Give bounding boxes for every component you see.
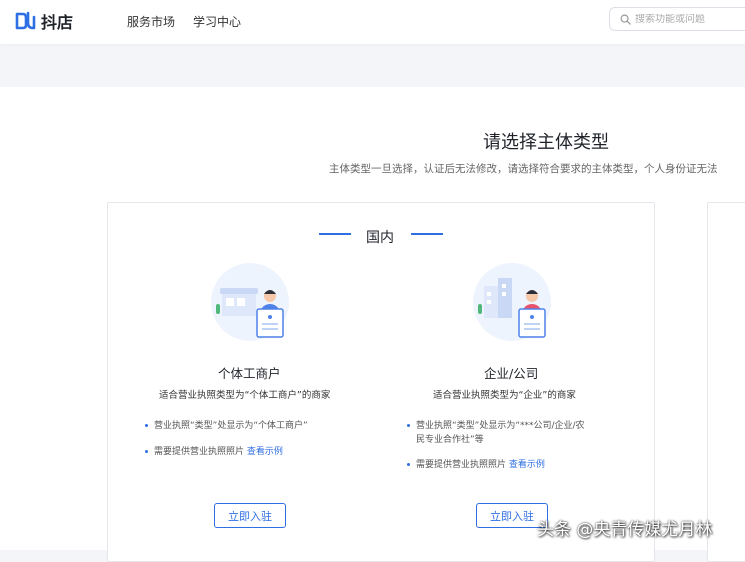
bullet-text: 营业执照“类型”处显示为“个体工商户” — [154, 421, 308, 431]
search-box[interactable] — [609, 7, 745, 31]
logo-text: 抖店 — [41, 13, 74, 32]
bullet-text: 需要提供营业执照照片 — [416, 460, 509, 470]
bullet-dot-icon — [407, 424, 410, 427]
bullet-item: 需要提供营业执照照片 查看示例 — [145, 445, 283, 459]
nav-learning-center[interactable]: 学习中心 — [193, 13, 241, 30]
type-title-individual: 个体工商户 — [218, 366, 281, 381]
bullet-text: 营业执照“类型”处显示为“***公司/企业/农 — [416, 421, 585, 431]
search-icon — [620, 14, 631, 25]
watermark: 头条 @央青传媒尤月林 — [537, 520, 713, 540]
view-example-link[interactable]: 查看示例 — [247, 447, 283, 457]
company-illustration-icon — [473, 263, 551, 341]
nav-service-market[interactable]: 服务市场 — [127, 13, 175, 30]
bullet-dot-icon — [407, 463, 410, 466]
bullet-text: 民专业合作社”等 — [416, 435, 484, 445]
page-subtitle: 主体类型一旦选择，认证后无法修改，请选择符合要求的主体类型，个人身份证无法 — [329, 163, 718, 175]
search-input[interactable] — [635, 13, 745, 25]
type-title-company: 企业/公司 — [484, 366, 539, 381]
section-divider-left — [319, 233, 351, 235]
type-desc-individual: 适合营业执照类型为“个体工商户”的商家 — [159, 390, 331, 401]
bullet-dot-icon — [145, 424, 148, 427]
bullet-text: 需要提供营业执照照片 — [154, 447, 247, 457]
domestic-card — [107, 202, 655, 562]
section-divider-right — [411, 233, 443, 235]
top-header: 抖店 服务市场 学习中心 — [0, 0, 745, 44]
overseas-card — [707, 202, 745, 562]
join-button-individual[interactable]: 立即入驻 — [214, 503, 286, 528]
shop-illustration-icon — [211, 263, 289, 341]
logo[interactable]: 抖店 — [14, 9, 73, 33]
section-label-domestic: 国内 — [366, 230, 394, 246]
view-example-link[interactable]: 查看示例 — [509, 460, 545, 470]
type-desc-company: 适合营业执照类型为“企业”的商家 — [433, 390, 576, 401]
page-title: 请选择主体类型 — [483, 132, 609, 153]
bullet-item: 营业执照“类型”处显示为“个体工商户” — [145, 419, 308, 433]
bullet-item: 需要提供营业执照照片 查看示例 — [407, 458, 545, 472]
doudian-logo-icon — [15, 11, 36, 30]
bullet-item: 营业执照“类型”处显示为“***公司/企业/农 民专业合作社”等 — [407, 419, 585, 447]
bullet-dot-icon — [145, 450, 148, 453]
